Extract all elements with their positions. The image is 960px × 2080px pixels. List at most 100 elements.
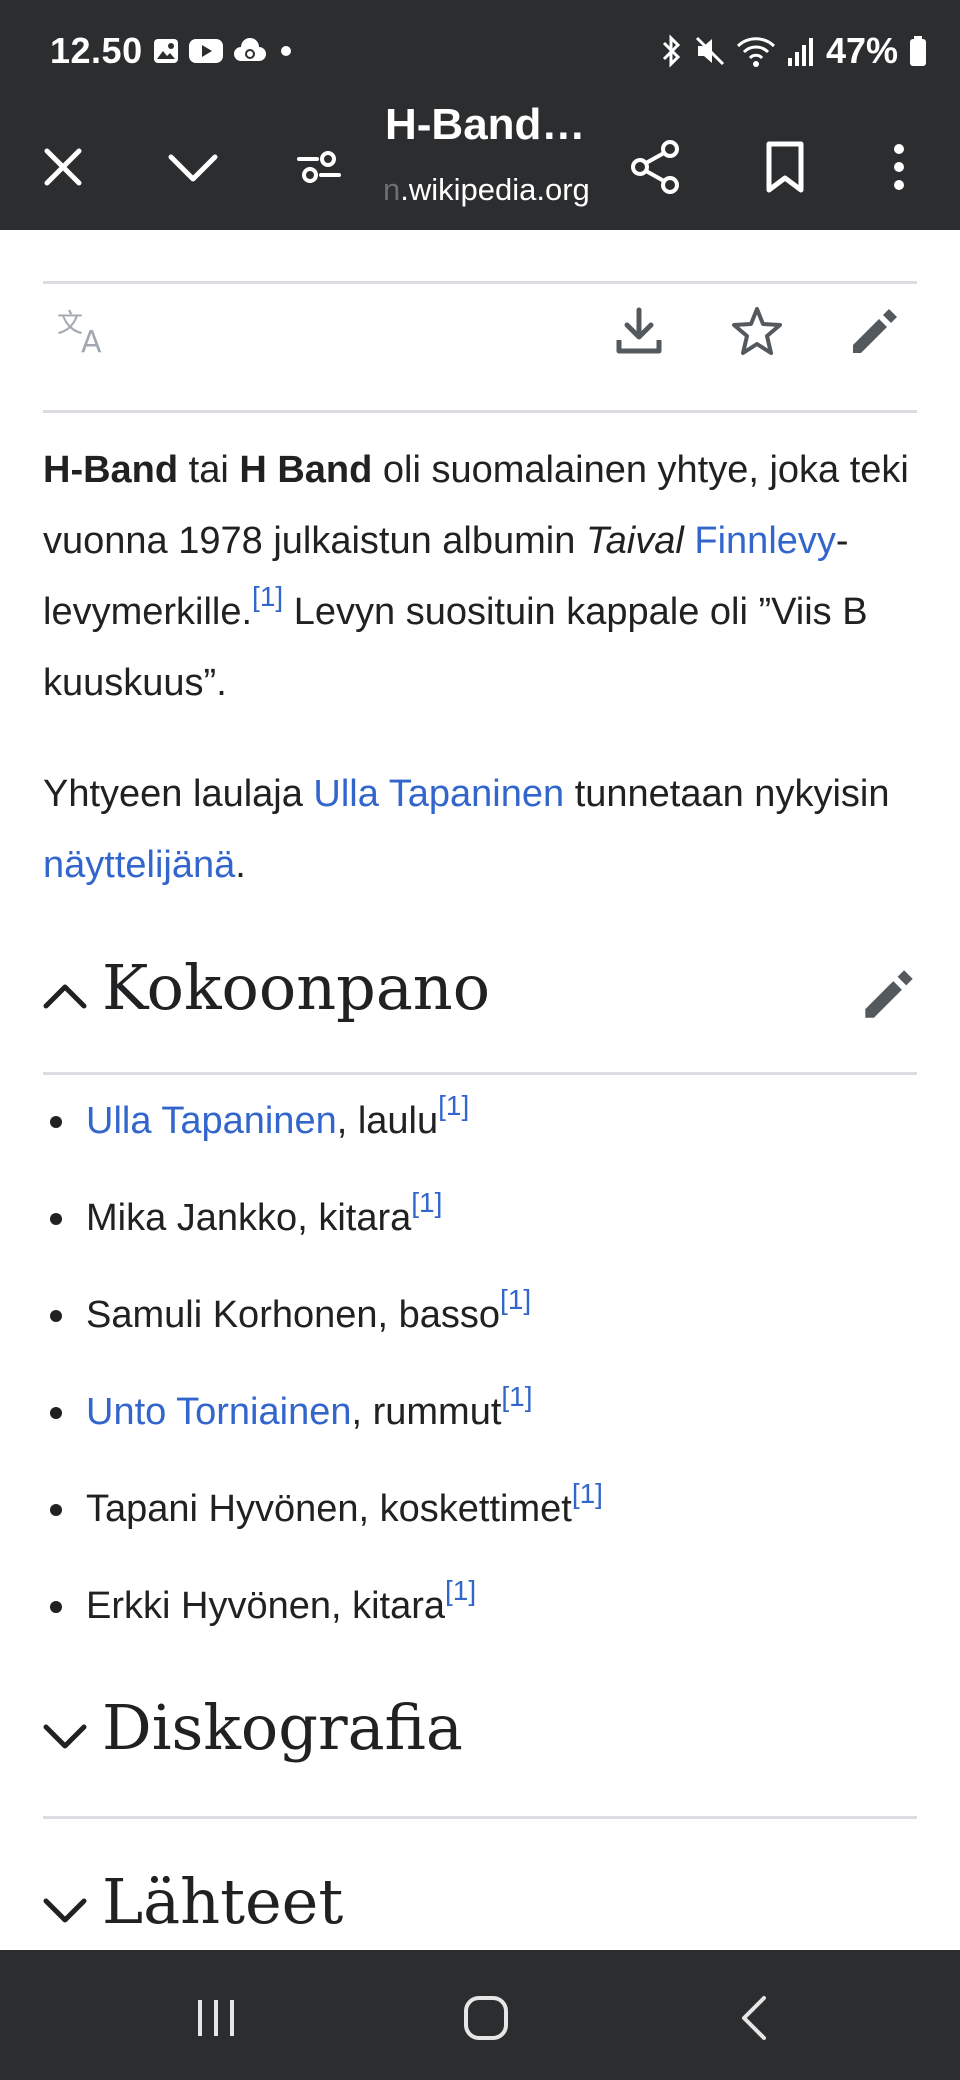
chevron-up-icon bbox=[43, 984, 87, 1009]
watch-button[interactable] bbox=[726, 300, 788, 362]
page-url: n.wikipedia.org bbox=[383, 172, 590, 208]
member-role: , kitara bbox=[297, 1197, 412, 1239]
download-icon bbox=[616, 307, 662, 354]
member-role: , basso bbox=[377, 1294, 501, 1336]
status-time: 12.50 bbox=[50, 30, 143, 71]
divider bbox=[43, 1816, 917, 1819]
divider bbox=[43, 410, 917, 413]
status-bar: 12.50 47% bbox=[0, 0, 960, 104]
section-kokoonpano-header[interactable]: Kokoonpano bbox=[0, 946, 960, 1056]
home-icon bbox=[464, 1996, 508, 2040]
close-icon bbox=[44, 148, 82, 186]
bullet bbox=[50, 1116, 62, 1128]
edit-page-button[interactable] bbox=[844, 300, 906, 362]
bullet bbox=[50, 1310, 62, 1322]
site-settings-button[interactable] bbox=[286, 134, 352, 200]
link-nayttelija[interactable]: näyttelijänä bbox=[43, 844, 235, 886]
dot-icon bbox=[281, 46, 291, 56]
list-item: Unto Torniainen, rummut[1] bbox=[43, 1383, 923, 1480]
translate-icon: 文 A bbox=[57, 309, 102, 356]
back-button[interactable] bbox=[726, 1990, 786, 2046]
cloud-sync-icon bbox=[234, 38, 266, 61]
tune-icon bbox=[297, 151, 341, 183]
url-domain: .wikipedia.org bbox=[400, 172, 590, 207]
page-title: H-Band… bbox=[385, 100, 586, 149]
more-vert-icon bbox=[894, 144, 904, 190]
share-icon bbox=[631, 140, 679, 194]
home-button[interactable] bbox=[456, 1990, 516, 2046]
section-title: Kokoonpano bbox=[102, 951, 491, 1024]
page-actions: 文 A bbox=[0, 280, 960, 380]
share-button[interactable] bbox=[622, 134, 688, 200]
recents-icon bbox=[198, 2000, 234, 2036]
member-name: Tapani Hyvönen bbox=[86, 1488, 359, 1530]
bluetooth-icon bbox=[662, 34, 681, 68]
star-icon bbox=[732, 307, 782, 355]
member-role: , rummut bbox=[351, 1391, 502, 1433]
language-button[interactable]: 文 A bbox=[52, 300, 114, 362]
minimize-button[interactable] bbox=[160, 134, 226, 200]
reference-link[interactable]: [1] bbox=[501, 1381, 532, 1412]
list-item: Ulla Tapaninen, laulu[1] bbox=[43, 1092, 923, 1189]
bookmark-button[interactable] bbox=[752, 134, 818, 200]
reference-link[interactable]: [1] bbox=[445, 1575, 476, 1606]
article-content: 文 A H-Band tai H Band oli suomalainen yh… bbox=[0, 230, 960, 1950]
mute-icon bbox=[695, 36, 724, 66]
reference-link[interactable]: [1] bbox=[438, 1090, 469, 1121]
pencil-icon bbox=[853, 309, 897, 353]
reference-link[interactable]: [1] bbox=[252, 581, 283, 612]
member-name: Mika Jankko bbox=[86, 1197, 298, 1239]
reference-link[interactable]: [1] bbox=[572, 1478, 603, 1509]
close-tab-button[interactable] bbox=[30, 134, 96, 200]
bullet bbox=[50, 1407, 62, 1419]
member-link[interactable]: Unto Torniainen bbox=[86, 1391, 351, 1433]
reference-link[interactable]: [1] bbox=[500, 1284, 531, 1315]
list-item: Erkki Hyvönen, kitara[1] bbox=[43, 1577, 923, 1674]
member-role: , kitara bbox=[330, 1585, 446, 1627]
member-name: Samuli Korhonen bbox=[86, 1294, 378, 1336]
members-list: Ulla Tapaninen, laulu[1] Mika Jankko, kit… bbox=[43, 1092, 923, 1674]
gallery-icon bbox=[154, 39, 178, 63]
section-lahteet-header[interactable]: Lähteet bbox=[0, 1860, 960, 1950]
recent-apps-button[interactable] bbox=[186, 1990, 246, 2046]
bullet bbox=[50, 1213, 62, 1225]
pencil-icon[interactable] bbox=[861, 966, 917, 1022]
list-item: Tapani Hyvönen, koskettimet[1] bbox=[43, 1480, 923, 1577]
chevron-down-icon bbox=[43, 1724, 87, 1749]
section-title: Diskografia bbox=[102, 1691, 463, 1764]
back-icon bbox=[742, 1996, 766, 2040]
member-link[interactable]: Ulla Tapaninen bbox=[86, 1100, 337, 1142]
chevron-down-icon bbox=[43, 1898, 87, 1923]
divider bbox=[43, 1072, 917, 1075]
link-finnlevy[interactable]: Finnlevy bbox=[694, 520, 836, 562]
svg-text:A: A bbox=[81, 325, 102, 356]
bold-term: H-Band bbox=[43, 449, 179, 491]
status-icons-right: 47% bbox=[658, 30, 928, 72]
singer-paragraph: Yhtyeen laulaja Ulla Tapaninen tunnetaan… bbox=[43, 773, 890, 886]
bold-term: H Band bbox=[239, 449, 373, 491]
intro-paragraph: H-Band tai H Band oli suomalainen yhtye,… bbox=[43, 449, 909, 704]
member-role: , laulu bbox=[336, 1100, 439, 1142]
bullet bbox=[50, 1601, 62, 1613]
album-title: Taival bbox=[585, 520, 684, 562]
wifi-icon bbox=[736, 37, 775, 67]
list-item: Mika Jankko, kitara[1] bbox=[43, 1189, 923, 1286]
battery-icon bbox=[910, 36, 926, 66]
download-button[interactable] bbox=[608, 300, 670, 362]
link-ulla-tapaninen[interactable]: Ulla Tapaninen bbox=[313, 773, 564, 815]
url-faded-part: n bbox=[383, 172, 401, 207]
battery-percent: 47% bbox=[825, 30, 898, 71]
signal-icon bbox=[787, 38, 813, 66]
bookmark-icon bbox=[766, 141, 804, 193]
more-menu-button[interactable] bbox=[866, 134, 932, 200]
member-role: , koskettimet bbox=[358, 1488, 572, 1530]
bullet bbox=[50, 1504, 62, 1516]
chevron-down-icon bbox=[168, 154, 218, 182]
list-item: Samuli Korhonen, basso[1] bbox=[43, 1286, 923, 1383]
member-name: Erkki Hyvönen bbox=[86, 1585, 331, 1627]
section-title: Lähteet bbox=[102, 1865, 344, 1938]
reference-link[interactable]: [1] bbox=[411, 1187, 442, 1218]
section-diskografia-header[interactable]: Diskografia bbox=[0, 1686, 960, 1796]
youtube-icon bbox=[189, 39, 223, 63]
system-navigation-bar bbox=[0, 1950, 960, 2080]
